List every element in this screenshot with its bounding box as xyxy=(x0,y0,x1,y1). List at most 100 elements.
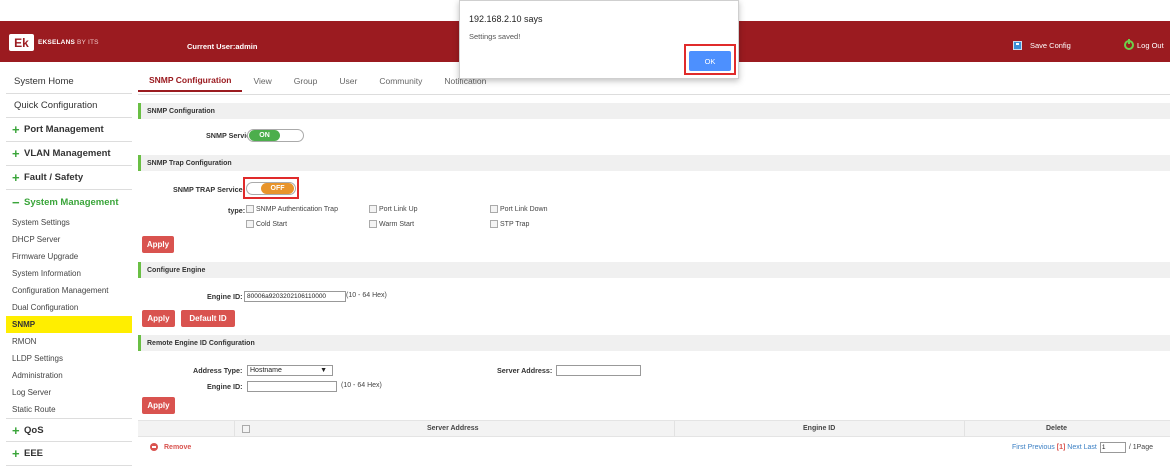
engine-id-label: Engine ID: xyxy=(207,292,243,301)
sidebar-group-port-management[interactable]: + Port Management xyxy=(6,118,132,142)
pager-current: [1] xyxy=(1056,444,1066,451)
sidebar-group-vlan-management[interactable]: + VLAN Management xyxy=(6,142,132,166)
logout-label: Log Out xyxy=(1137,40,1164,50)
sidebar-item-dhcp-server[interactable]: DHCP Server xyxy=(6,231,132,248)
checkbox-port-link-down[interactable]: Port Link Down xyxy=(490,205,547,213)
checkbox-icon xyxy=(246,220,254,228)
checkbox-warm-start[interactable]: Warm Start xyxy=(369,220,414,228)
page-number-input[interactable]: 1 xyxy=(1099,442,1126,453)
remote-engine-id-hint: (10 - 64 Hex) xyxy=(341,382,382,389)
remote-engine-table-header: Server Address Engine ID Delete xyxy=(138,420,1170,437)
pagination: First Previous [1] Next Last 1 / 1Page xyxy=(1012,442,1153,453)
column-engine-id: Engine ID xyxy=(803,425,836,432)
tab-bar: SNMP Configuration View Group User Commu… xyxy=(138,70,497,94)
dropdown-arrow-icon: ▼ xyxy=(320,367,327,374)
logo: Ek EKSELANS BY ITS xyxy=(9,34,99,51)
checkbox-icon xyxy=(490,220,498,228)
tab-view[interactable]: View xyxy=(242,70,282,92)
checkbox-port-link-up[interactable]: Port Link Up xyxy=(369,205,418,213)
expand-icon: + xyxy=(12,422,20,438)
checkbox-cold-start[interactable]: Cold Start xyxy=(246,220,287,228)
highlight-box xyxy=(243,177,299,199)
column-divider xyxy=(964,421,965,437)
address-type-select[interactable]: Hostname ▼ xyxy=(247,365,333,376)
sidebar-item-lldp-settings[interactable]: LLDP Settings xyxy=(6,350,132,367)
tab-user[interactable]: User xyxy=(328,70,368,92)
sidebar-item-system-home[interactable]: System Home xyxy=(6,70,132,94)
trap-apply-button[interactable]: Apply xyxy=(142,236,174,253)
power-icon xyxy=(1124,39,1134,50)
collapse-icon: − xyxy=(12,194,20,210)
remote-engine-id-input[interactable] xyxy=(247,381,337,392)
sidebar-item-dual-configuration[interactable]: Dual Configuration xyxy=(6,299,132,316)
sidebar-item-firmware-upgrade[interactable]: Firmware Upgrade xyxy=(6,248,132,265)
section-heading-snmp-configuration: SNMP Configuration xyxy=(138,103,1170,119)
remote-engine-id-label: Engine ID: xyxy=(207,382,243,391)
pager-last[interactable]: Last xyxy=(1084,444,1097,451)
engine-id-input[interactable]: 80006a9203202106110000 xyxy=(244,291,346,302)
checkbox-icon xyxy=(369,220,377,228)
dialog-message: Settings saved! xyxy=(469,32,521,41)
sidebar-item-rmon[interactable]: RMON xyxy=(6,333,132,350)
save-config-button[interactable]: Save Config xyxy=(1013,41,1071,50)
expand-icon: + xyxy=(12,146,20,161)
checkbox-icon xyxy=(490,205,498,213)
sidebar: System Home Quick Configuration + Port Ma… xyxy=(6,70,132,466)
tab-divider xyxy=(138,94,1170,95)
sidebar-group-system-management[interactable]: − System Management xyxy=(6,190,132,214)
sidebar-item-snmp[interactable]: SNMP xyxy=(6,316,132,333)
section-heading-configure-engine: Configure Engine xyxy=(138,262,1170,278)
column-divider xyxy=(234,421,235,437)
tab-community[interactable]: Community xyxy=(368,70,433,92)
brand-name: EKSELANS BY ITS xyxy=(38,39,99,46)
toggle-state: ON xyxy=(249,130,280,141)
remote-engine-apply-button[interactable]: Apply xyxy=(142,397,175,414)
expand-icon: + xyxy=(12,122,20,137)
sidebar-item-log-server[interactable]: Log Server xyxy=(6,384,132,401)
remove-icon xyxy=(150,443,158,451)
sidebar-group-fault-safety[interactable]: + Fault / Safety xyxy=(6,166,132,190)
sidebar-item-quick-configuration[interactable]: Quick Configuration xyxy=(6,94,132,118)
column-divider xyxy=(674,421,675,437)
save-icon xyxy=(1013,41,1022,50)
sidebar-item-system-settings[interactable]: System Settings xyxy=(6,214,132,231)
sidebar-item-static-route[interactable]: Static Route xyxy=(6,401,132,418)
engine-apply-button[interactable]: Apply xyxy=(142,310,175,327)
save-config-label: Save Config xyxy=(1030,41,1071,50)
checkbox-icon xyxy=(246,205,254,213)
sidebar-item-system-information[interactable]: System Information xyxy=(6,265,132,282)
highlight-box xyxy=(684,44,736,75)
snmp-service-toggle[interactable]: ON xyxy=(247,129,304,142)
pager-previous[interactable]: Previous xyxy=(1028,444,1055,451)
expand-icon: + xyxy=(12,446,20,461)
sidebar-group-eee[interactable]: + EEE xyxy=(6,442,132,466)
snmp-trap-service-label: SNMP TRAP Service xyxy=(173,185,243,194)
logout-button[interactable]: Log Out xyxy=(1124,39,1164,50)
select-all-checkbox[interactable] xyxy=(242,425,250,433)
pager-total: / 1Page xyxy=(1128,444,1153,451)
column-server-address: Server Address xyxy=(427,425,479,432)
address-type-label: Address Type: xyxy=(193,366,243,375)
expand-icon: + xyxy=(12,170,20,185)
current-user-label: Current User:admin xyxy=(187,42,258,51)
logo-mark: Ek xyxy=(9,34,34,51)
checkbox-icon xyxy=(369,205,377,213)
pager-first[interactable]: First xyxy=(1012,444,1026,451)
section-heading-remote-engine-id: Remote Engine ID Configuration xyxy=(138,335,1170,351)
sidebar-group-qos[interactable]: + QoS xyxy=(6,418,132,442)
checkbox-stp-trap[interactable]: STP Trap xyxy=(490,220,529,228)
engine-id-hint: (10 - 64 Hex) xyxy=(346,292,387,299)
trap-type-label: type: xyxy=(228,206,246,215)
remove-button[interactable]: Remove xyxy=(150,443,191,451)
dialog-title: 192.168.2.10 says xyxy=(469,14,543,24)
checkbox-snmp-authentication-trap[interactable]: SNMP Authentication Trap xyxy=(246,205,338,213)
tab-snmp-configuration[interactable]: SNMP Configuration xyxy=(138,70,243,92)
default-id-button[interactable]: Default ID xyxy=(181,310,235,327)
server-address-input[interactable] xyxy=(556,365,641,376)
section-heading-snmp-trap-configuration: SNMP Trap Configuration xyxy=(138,155,1170,171)
sidebar-item-configuration-management[interactable]: Configuration Management xyxy=(6,282,132,299)
column-delete: Delete xyxy=(1046,425,1068,432)
pager-next[interactable]: Next xyxy=(1067,444,1081,451)
tab-group[interactable]: Group xyxy=(283,70,329,92)
sidebar-item-administration[interactable]: Administration xyxy=(6,367,132,384)
